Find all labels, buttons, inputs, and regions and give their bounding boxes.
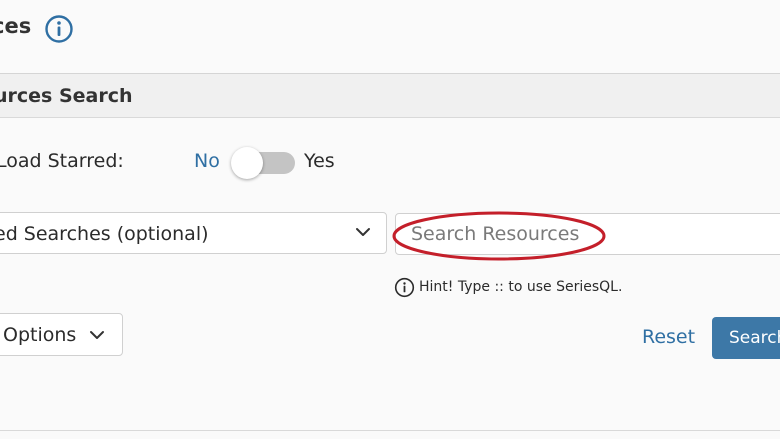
search-button[interactable]: Search <box>712 317 780 359</box>
search-resources-input[interactable] <box>395 213 780 255</box>
panel-bottom-divider <box>0 430 780 431</box>
load-starred-toggle-knob[interactable] <box>231 147 263 179</box>
reset-button[interactable]: Reset <box>642 325 695 349</box>
search-button-label: Search <box>729 328 780 348</box>
toggle-no-label: No <box>194 150 220 172</box>
page-title: ces <box>0 14 32 38</box>
search-hint: Hint! Type :: to use SeriesQL. <box>419 279 623 295</box>
toggle-yes-label: Yes <box>304 150 335 172</box>
info-icon <box>394 277 415 298</box>
load-starred-label: Load Starred: <box>0 150 124 172</box>
saved-searches-selected: ed Searches (optional) <box>0 223 209 245</box>
chevron-down-icon <box>356 228 370 236</box>
options-dropdown-button[interactable] <box>0 313 123 356</box>
panel-header-title: urces Search <box>0 85 133 107</box>
info-icon[interactable] <box>44 14 74 44</box>
